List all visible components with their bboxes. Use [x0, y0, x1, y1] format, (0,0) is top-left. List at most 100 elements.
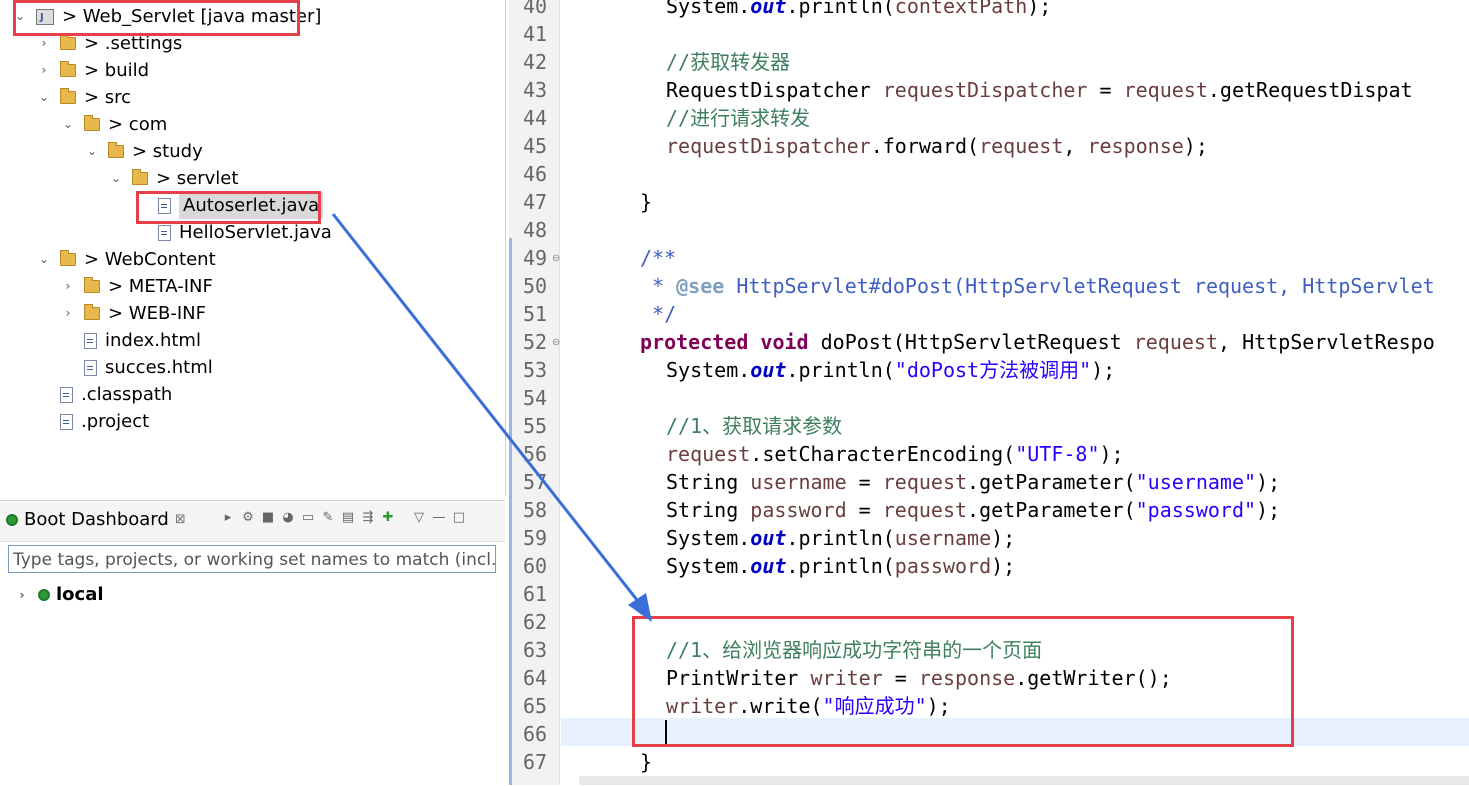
current-line-highlight	[561, 718, 1469, 746]
tree-item[interactable]: ⌄ > com	[62, 111, 167, 138]
tree-item[interactable]: ›Autoserlet.java	[136, 192, 324, 219]
code-line[interactable]: String password = request.getParameter("…	[666, 496, 1280, 524]
start-icon[interactable]: ▸	[221, 511, 235, 525]
maximize-icon[interactable]: □	[452, 511, 466, 525]
tree-item-label: > com	[108, 114, 168, 135]
stop-icon[interactable]: ■	[261, 511, 275, 525]
code-line[interactable]: }	[640, 748, 652, 776]
file-icon	[158, 197, 171, 214]
line-number: 65	[523, 694, 548, 718]
folder-icon	[108, 142, 124, 158]
tree-item[interactable]: ⌄ > study	[86, 138, 203, 165]
properties-icon[interactable]: ▤	[341, 511, 355, 525]
tree-item[interactable]: › > build	[38, 57, 149, 84]
folder-icon	[84, 277, 100, 293]
folder-icon	[84, 115, 100, 131]
chevron-down-icon[interactable]: ⌄	[86, 138, 98, 165]
tree-item[interactable]: › > WEB-INF	[62, 300, 206, 327]
fold-toggle-icon[interactable]: ⊖	[552, 337, 560, 348]
line-number: 41	[523, 22, 548, 46]
chevron-right-icon[interactable]: ›	[62, 273, 74, 300]
project-explorer: ⌄ > Web_Servlet [java master] › > .settings…	[0, 0, 506, 496]
code-editor[interactable]: 40 41 42 43 44 45 46 47 48 49 ⊖ 50 51 52 ⊖ 53 54 55 56 57 58…	[509, 0, 1469, 785]
boot-local-node[interactable]: › local	[16, 581, 104, 608]
line-number: 44	[523, 106, 548, 130]
tree-item[interactable]: › > .settings	[38, 30, 183, 57]
tree-item-label: succes.html	[105, 357, 213, 378]
tree-item[interactable]: ⌄ > servlet	[110, 165, 238, 192]
chevron-right-icon[interactable]: ›	[62, 300, 74, 327]
edit-icon[interactable]: ✎	[321, 511, 335, 525]
horizontal-scrollbar[interactable]	[579, 776, 1469, 785]
line-number: 58	[523, 498, 548, 522]
chevron-right-icon[interactable]: ›	[16, 588, 28, 602]
tree-item-label: > servlet	[156, 168, 239, 189]
code-line[interactable]: PrintWriter writer = response.getWriter(…	[666, 664, 1172, 692]
expose-icon[interactable]: ⇶	[361, 511, 375, 525]
tree-item-label: > build	[84, 60, 150, 81]
line-number-gutter: 40 41 42 43 44 45 46 47 48 49 ⊖ 50 51 52 ⊖ 53 54 55 56 57 58…	[509, 0, 560, 785]
code-line[interactable]: System.out.println(username);	[666, 524, 1015, 552]
fold-toggle-icon[interactable]: ⊖	[552, 253, 560, 264]
debug-icon[interactable]: ⚙	[241, 511, 255, 525]
code-line[interactable]: //1、获取请求参数	[666, 412, 842, 440]
code-line[interactable]: writer.write("响应成功");	[666, 692, 951, 720]
open-browser-icon[interactable]: ◕	[281, 511, 295, 525]
code-line[interactable]: RequestDispatcher requestDispatcher = re…	[666, 76, 1413, 104]
code-line[interactable]: System.out.println("doPost方法被调用");	[666, 356, 1115, 384]
folder-icon	[132, 169, 148, 185]
tree-item[interactable]: ›.classpath	[38, 381, 172, 408]
code-line[interactable]: /**	[640, 244, 676, 272]
line-number: 57	[523, 470, 548, 494]
spring-boot-icon	[38, 588, 50, 601]
chevron-down-icon[interactable]: ⌄	[62, 111, 74, 138]
code-line[interactable]: }	[640, 188, 652, 216]
file-icon	[60, 386, 73, 403]
chevron-down-icon[interactable]: ⌄	[38, 246, 50, 273]
code-line[interactable]: //1、给浏览器响应成功字符串的一个页面	[666, 636, 1042, 664]
tree-item[interactable]: ›.project	[38, 408, 149, 435]
tree-item-label: > Web_Servlet [java master]	[62, 6, 322, 27]
code-line[interactable]: request.setCharacterEncoding("UTF-8");	[666, 440, 1124, 468]
tree-item[interactable]: ⌄ > Web_Servlet [java master]	[14, 3, 322, 31]
chevron-right-icon[interactable]: ›	[38, 57, 50, 84]
line-number: 54	[523, 386, 548, 410]
code-line[interactable]: * @see HttpServlet#doPost(HttpServletReq…	[640, 272, 1435, 300]
code-line[interactable]: */	[640, 300, 676, 328]
close-tab-icon[interactable]: ⊠	[175, 512, 186, 527]
tree-item-label: .classpath	[81, 384, 173, 405]
code-line[interactable]: String username = request.getParameter("…	[666, 468, 1280, 496]
code-line[interactable]: //获取转发器	[666, 48, 790, 76]
code-line[interactable]: System.out.println(password);	[666, 552, 1015, 580]
local-label: local	[56, 584, 104, 605]
code-line[interactable]: requestDispatcher.forward(request, respo…	[666, 132, 1208, 160]
chevron-down-icon[interactable]: ⌄	[38, 84, 50, 111]
tree-item[interactable]: ›HelloServlet.java	[136, 219, 332, 246]
minimize-icon[interactable]: —	[432, 511, 446, 525]
code-line[interactable]: //进行请求转发	[666, 104, 810, 132]
code-line[interactable]: System.out.println(contextPath);	[666, 0, 1051, 20]
tree-item[interactable]: ⌄ > WebContent	[38, 246, 216, 273]
tree-item[interactable]: ›index.html	[62, 327, 201, 354]
line-number: 50	[523, 274, 548, 298]
text-caret	[665, 720, 667, 744]
chevron-down-icon[interactable]: ⌄	[14, 3, 26, 30]
boot-dashboard-panel: Boot Dashboard ⊠ ▸ ⚙ ■ ◕ ▭ ✎ ▤ ⇶ ✚ ▽ — □…	[0, 500, 505, 786]
boot-dashboard-toolbar: ▸ ⚙ ■ ◕ ▭ ✎ ▤ ⇶ ✚ ▽ — □	[218, 511, 469, 525]
chevron-right-icon[interactable]: ›	[38, 30, 50, 57]
file-icon	[84, 332, 97, 349]
line-number: 62	[523, 610, 548, 634]
line-number: 59	[523, 526, 548, 550]
tree-item[interactable]: › > META-INF	[62, 273, 213, 300]
add-icon[interactable]: ✚	[381, 511, 395, 525]
console-icon[interactable]: ▭	[301, 511, 315, 525]
code-line[interactable]: protected void doPost(HttpServletRequest…	[640, 328, 1435, 356]
tree-item[interactable]: ›succes.html	[62, 354, 213, 381]
tree-item[interactable]: ⌄ > src	[38, 84, 131, 111]
boot-filter-input[interactable]: Type tags, projects, or working set name…	[8, 545, 496, 573]
view-menu-icon[interactable]: ▽	[412, 511, 426, 525]
line-number: 40	[523, 0, 548, 18]
chevron-down-icon[interactable]: ⌄	[110, 165, 122, 192]
boot-dashboard-tab[interactable]: Boot Dashboard ⊠	[6, 509, 186, 530]
line-number: 48	[523, 218, 548, 242]
